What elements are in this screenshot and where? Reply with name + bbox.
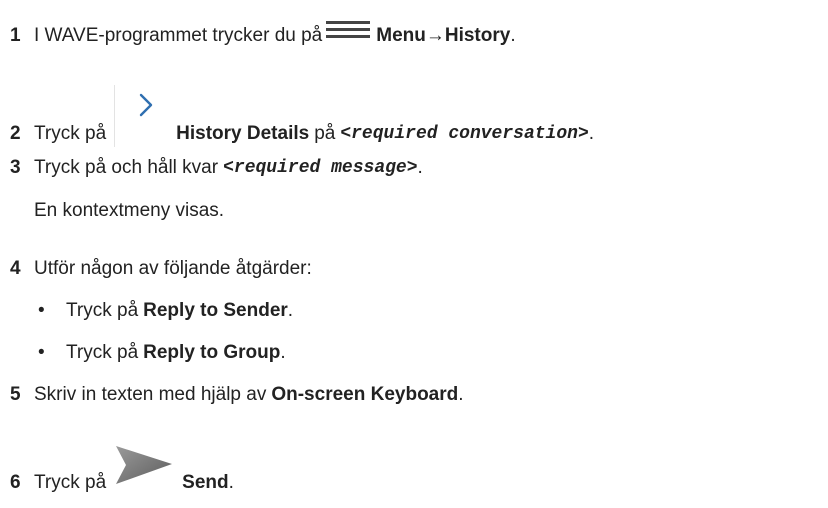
step-2: 2 Tryck på History Details på <required … xyxy=(10,85,595,165)
step-6: 6 Tryck på Send . xyxy=(10,446,234,508)
step-number: 2 xyxy=(10,123,21,144)
period: . xyxy=(287,300,294,321)
step-text-mid: på xyxy=(314,123,336,144)
chevron-right-icon xyxy=(114,85,170,147)
placeholder-message: <required message> xyxy=(223,158,418,178)
step-1: 1 I WAVE-programmet trycker du på Menu →… xyxy=(10,21,516,47)
step-number: 3 xyxy=(10,157,21,178)
hamburger-menu-icon xyxy=(326,20,371,40)
reply-to-group-label: Reply to Group xyxy=(143,342,281,363)
send-label: Send xyxy=(182,472,229,493)
history-label: History xyxy=(444,25,511,46)
placeholder-conversation: <required conversation> xyxy=(340,124,589,144)
arrow-symbol: → xyxy=(425,25,445,46)
bullet-text: Tryck på xyxy=(66,300,139,321)
bullet-text: Tryck på xyxy=(66,342,139,363)
step-3: 3 Tryck på och håll kvar <required messa… xyxy=(10,157,423,179)
period: . xyxy=(588,123,595,144)
period: . xyxy=(458,384,464,405)
step-number: 1 xyxy=(10,25,21,46)
step-text: Tryck på xyxy=(34,472,107,493)
step-3-result: En kontextmeny visas. xyxy=(34,200,225,221)
history-details-label: History Details xyxy=(176,123,310,144)
step-text: Tryck på och håll kvar xyxy=(34,157,219,178)
step-number: 6 xyxy=(10,472,21,493)
step-4: 4 Utför någon av följande åtgärder: xyxy=(10,258,312,280)
step-number: 5 xyxy=(10,384,21,405)
bullet-marker: • xyxy=(38,342,45,363)
bullet-item: • Tryck på Reply to Sender . xyxy=(38,300,293,322)
step-text: Skriv in texten med hjälp av xyxy=(34,384,267,405)
send-arrow-icon xyxy=(114,440,174,490)
on-screen-keyboard-label: On-screen Keyboard xyxy=(271,384,459,405)
period: . xyxy=(228,472,234,493)
step-5: 5 Skriv in texten med hjälp av On-screen… xyxy=(10,384,464,406)
bullet-item: • Tryck på Reply to Group . xyxy=(38,342,286,364)
bullet-marker: • xyxy=(38,300,45,321)
period: . xyxy=(417,157,423,178)
step-text: I WAVE-programmet trycker du på xyxy=(34,25,323,46)
period: . xyxy=(280,342,286,363)
reply-to-sender-label: Reply to Sender xyxy=(143,300,288,321)
period: . xyxy=(510,25,516,46)
step-text: Utför någon av följande åtgärder: xyxy=(34,258,312,279)
menu-label: Menu xyxy=(376,25,426,46)
step-number: 4 xyxy=(10,258,21,279)
step-text: Tryck på xyxy=(34,123,107,144)
